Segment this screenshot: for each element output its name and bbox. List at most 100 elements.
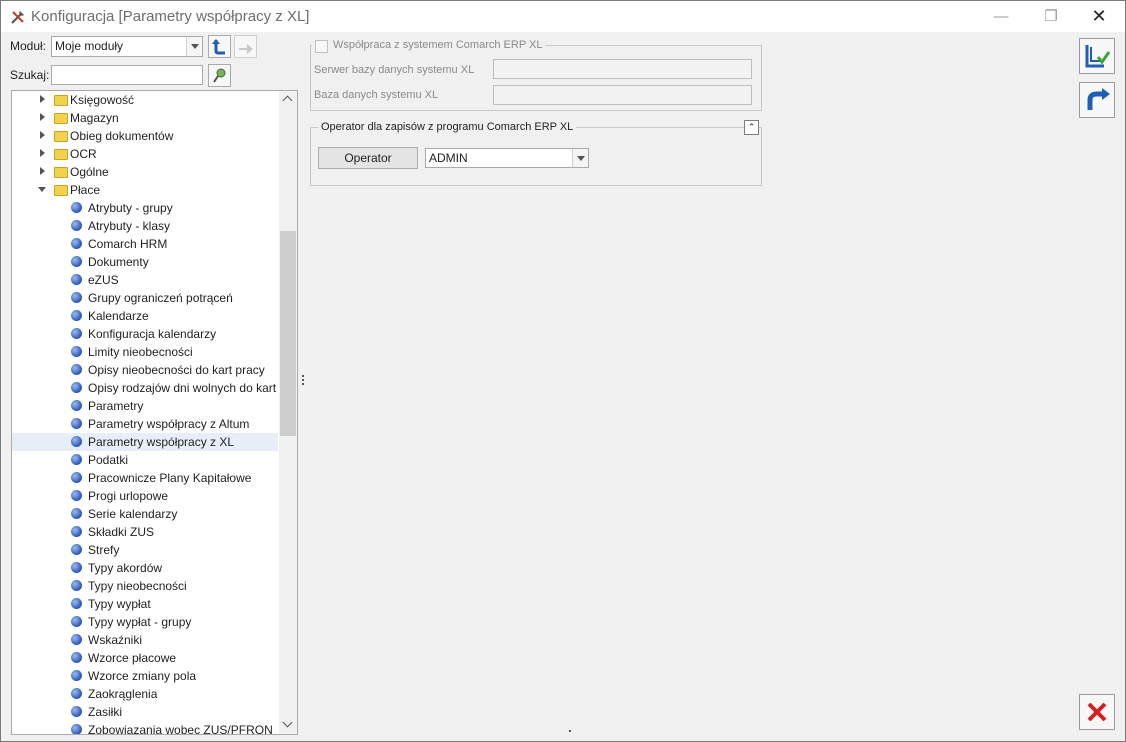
settings-node-icon xyxy=(71,418,82,429)
tree-folder-label: Obieg dokumentów xyxy=(70,129,174,143)
tree-item-label: Atrybuty - klasy xyxy=(88,219,171,233)
tree-item[interactable]: Dokumenty xyxy=(12,253,278,271)
panel-splitter[interactable] xyxy=(302,375,305,389)
tree-item[interactable]: Opisy nieobecności do kart pracy xyxy=(12,361,278,379)
server-label: Serwer bazy danych systemu XL xyxy=(314,64,475,76)
search-icon xyxy=(213,68,226,83)
tree-folder[interactable]: Płace xyxy=(12,181,278,199)
tree-item[interactable]: Składki ZUS xyxy=(12,523,278,541)
tree-folder-label: Płace xyxy=(70,183,101,197)
tree-item[interactable]: Grupy ograniczeń potrąceń xyxy=(12,289,278,307)
maximize-button[interactable]: ❐ xyxy=(1028,1,1074,32)
tree-item[interactable]: Wzorce zmiany pola xyxy=(12,667,278,685)
scroll-thumb[interactable] xyxy=(280,231,296,436)
cancel-icon xyxy=(1087,702,1107,722)
save-button[interactable] xyxy=(1079,38,1115,74)
config-tree[interactable]: Księgowość Magazyn Obieg dokumentów OCR Ogól… xyxy=(11,90,298,735)
settings-node-icon xyxy=(71,364,82,375)
expand-arrow-icon[interactable] xyxy=(40,95,45,103)
search-button[interactable] xyxy=(208,64,231,87)
tree-item[interactable]: Kalendarze xyxy=(12,307,278,325)
tree-folder[interactable]: Ogólne xyxy=(12,163,278,181)
module-select[interactable]: Moje moduły xyxy=(51,36,203,57)
tree-item-label: Parametry współpracy z Altum xyxy=(88,417,250,431)
tools-icon xyxy=(11,11,24,24)
settings-node-icon xyxy=(71,436,82,447)
tree-item-label: Zaokrąglenia xyxy=(88,687,158,701)
operator-legend: Operator dla zapisów z programu Comarch … xyxy=(318,121,577,133)
module-label: Moduł: xyxy=(10,39,47,53)
tree-folder[interactable]: Obieg dokumentów xyxy=(12,127,278,145)
database-label: Baza danych systemu XL xyxy=(314,89,439,101)
folder-icon xyxy=(54,131,68,142)
settings-node-icon xyxy=(71,724,82,734)
tree-item-label: Wzorce płacowe xyxy=(88,651,177,665)
resize-grip xyxy=(569,730,571,732)
tree-item-label: Wzorce zmiany pola xyxy=(88,669,197,683)
tree-scrollbar[interactable] xyxy=(279,91,297,734)
chevron-down-icon[interactable] xyxy=(186,37,202,56)
tree-item[interactable]: Serie kalendarzy xyxy=(12,505,278,523)
database-field[interactable] xyxy=(493,85,752,105)
tree-item[interactable]: Comarch HRM xyxy=(12,235,278,253)
tree-folder[interactable]: Księgowość xyxy=(12,91,278,109)
tree-item[interactable]: Zobowiązania wobec ZUS/PFRON xyxy=(12,721,278,734)
tree-item[interactable]: Konfiguracja kalendarzy xyxy=(12,325,278,343)
tree-item[interactable]: Atrybuty - grupy xyxy=(12,199,278,217)
tree-item[interactable]: Wzorce płacowe xyxy=(12,649,278,667)
undo-button[interactable] xyxy=(1079,82,1115,118)
folder-icon xyxy=(54,95,68,106)
tree-item[interactable]: Typy akordów xyxy=(12,559,278,577)
tree-item-label: Zasiłki xyxy=(88,705,123,719)
settings-node-icon xyxy=(71,634,82,645)
tree-item[interactable]: Progi urlopowe xyxy=(12,487,278,505)
settings-node-icon xyxy=(71,580,82,591)
tree-item[interactable]: Podatki xyxy=(12,451,278,469)
settings-node-icon xyxy=(71,616,82,627)
search-input[interactable] xyxy=(51,65,203,85)
cancel-button[interactable] xyxy=(1079,694,1115,730)
tree-item[interactable]: Limity nieobecności xyxy=(12,343,278,361)
tree-item-label: Opisy nieobecności do kart pracy xyxy=(88,363,265,377)
expand-arrow-icon[interactable] xyxy=(40,167,45,175)
server-field[interactable] xyxy=(493,59,752,79)
module-back-button[interactable] xyxy=(208,35,231,58)
tree-item[interactable]: Zasiłki xyxy=(12,703,278,721)
tree-item[interactable]: Opisy rodzajów dni wolnych do kart ... xyxy=(12,379,289,397)
tree-item[interactable]: Parametry współpracy z XL xyxy=(12,433,278,451)
tree-item[interactable]: Typy nieobecności xyxy=(12,577,278,595)
expand-arrow-icon[interactable] xyxy=(40,149,45,157)
tree-item-label: Parametry współpracy z XL xyxy=(88,435,235,449)
operator-select[interactable]: ADMIN xyxy=(425,148,589,168)
tree-item-label: Konfiguracja kalendarzy xyxy=(88,327,217,341)
tree-folder[interactable]: OCR xyxy=(12,145,278,163)
tree-item[interactable]: Wskaźniki xyxy=(12,631,278,649)
tree-item[interactable]: Typy wypłat xyxy=(12,595,278,613)
chevron-down-icon[interactable] xyxy=(572,149,588,167)
tree-item[interactable]: Typy wypłat - grupy xyxy=(12,613,278,631)
tree-item[interactable]: Parametry współpracy z Altum xyxy=(12,415,278,433)
tree-item[interactable]: Pracownicze Plany Kapitałowe xyxy=(12,469,278,487)
erp-xl-checkbox[interactable] xyxy=(315,40,328,53)
operator-button[interactable]: Operator xyxy=(318,147,418,169)
module-forward-button[interactable] xyxy=(234,35,257,58)
scroll-up-icon[interactable] xyxy=(279,92,297,108)
scroll-down-icon[interactable] xyxy=(279,716,297,732)
tree-folder[interactable]: Magazyn xyxy=(12,109,278,127)
tree-item[interactable]: Zaokrąglenia xyxy=(12,685,278,703)
expand-arrow-icon[interactable] xyxy=(40,131,45,139)
tree-item[interactable]: Atrybuty - klasy xyxy=(12,217,278,235)
close-window-button[interactable]: ✕ xyxy=(1076,1,1122,32)
erp-xl-checkbox-label: Współpraca z systemem Comarch ERP XL xyxy=(333,39,543,51)
collapse-icon[interactable]: ⌃ xyxy=(744,120,759,135)
tree-item[interactable]: eZUS xyxy=(12,271,278,289)
tree-item-label: Serie kalendarzy xyxy=(88,507,178,521)
tree-item[interactable]: Strefy xyxy=(12,541,278,559)
expand-arrow-icon[interactable] xyxy=(40,113,45,121)
minimize-button[interactable]: — xyxy=(978,1,1024,32)
search-label: Szukaj: xyxy=(10,68,50,82)
tree-item-label: Strefy xyxy=(88,543,120,557)
settings-node-icon xyxy=(71,562,82,573)
collapse-arrow-icon[interactable] xyxy=(38,187,46,192)
tree-item[interactable]: Parametry xyxy=(12,397,278,415)
